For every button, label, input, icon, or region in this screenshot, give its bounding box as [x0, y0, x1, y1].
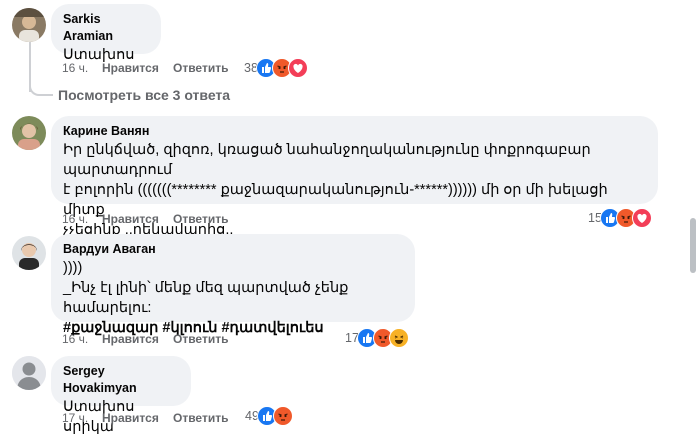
reply-button[interactable]: Ответить: [173, 211, 228, 227]
comment-actions: 16 ч. Нравится Ответить: [62, 331, 242, 347]
reply-button[interactable]: Ответить: [173, 60, 228, 76]
like-button[interactable]: Нравится: [102, 60, 159, 76]
reaction-summary[interactable]: 17: [345, 328, 409, 348]
comment-author[interactable]: Sarkis Aramian: [63, 11, 149, 45]
comment-bubble: Sarkis Aramian Ստախոս: [51, 4, 161, 63]
reaction-summary[interactable]: 15: [588, 208, 652, 228]
like-button[interactable]: Нравится: [102, 211, 159, 227]
avatar[interactable]: [12, 116, 46, 150]
comment-text-line: )))): [63, 260, 83, 276]
comment-actions: 17 ч. Нравится Ответить: [62, 410, 242, 426]
comment-bubble: Sergey Hovakimyan Ստախոս սրիկա: [51, 356, 191, 435]
comment-bubble: Карине Ванян Իր ընկճված, զիզոռ, կռացած ն…: [51, 116, 658, 238]
reply-button[interactable]: Ответить: [173, 331, 228, 347]
reaction-summary[interactable]: 49: [245, 406, 293, 426]
avatar[interactable]: [12, 8, 46, 42]
love-icon: [287, 58, 308, 78]
comment-bubble: Вардуи Аваган )))) _Ինչ էլ լինի՝ մենք մե…: [51, 234, 415, 336]
comment-time[interactable]: 16 ч.: [62, 331, 88, 347]
comment-actions: 16 ч. Нравится Ответить: [62, 60, 242, 76]
comment-author[interactable]: Sergey Hovakimyan: [63, 363, 179, 397]
comment-text-line: _Ինչ էլ լինի՝ մենք մեզ պարտված չենք համա…: [63, 280, 349, 316]
comment-actions: 16 ч. Нравится Ответить: [62, 211, 242, 227]
comment-time[interactable]: 16 ч.: [62, 211, 88, 227]
like-button[interactable]: Нравится: [102, 410, 159, 426]
avatar[interactable]: [12, 236, 46, 270]
comment-author[interactable]: Карине Ванян: [63, 123, 646, 140]
comment-text-line: Իր ընկճված, զիզոռ, կռացած նահանջողականու…: [63, 142, 591, 178]
comment-author[interactable]: Вардуи Аваган: [63, 241, 403, 258]
love-icon: [631, 208, 652, 228]
haha-icon: [388, 328, 409, 348]
comment-time[interactable]: 16 ч.: [62, 60, 88, 76]
thread-connector-hook: [29, 80, 53, 96]
view-replies-link[interactable]: Посмотреть все 3 ответа: [58, 87, 230, 103]
angry-icon: [272, 406, 293, 426]
comment-time[interactable]: 17 ч.: [62, 410, 88, 426]
avatar[interactable]: [12, 356, 46, 390]
scrollbar-track[interactable]: [687, 0, 699, 427]
like-button[interactable]: Нравится: [102, 331, 159, 347]
reply-button[interactable]: Ответить: [173, 410, 228, 426]
reaction-summary[interactable]: 38: [244, 58, 308, 78]
scrollbar-thumb[interactable]: [690, 218, 696, 273]
